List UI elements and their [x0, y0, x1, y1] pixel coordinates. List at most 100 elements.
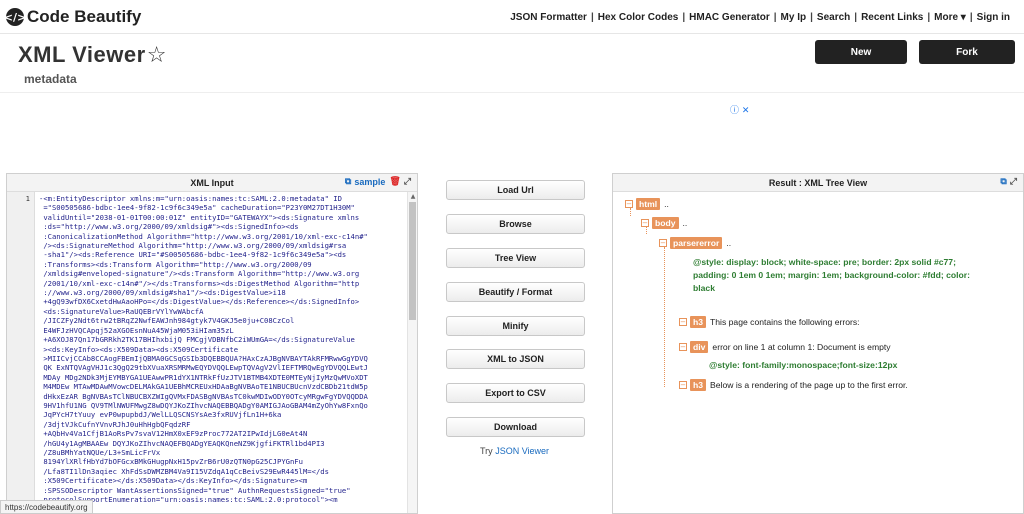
code-line: /><ds:SignatureMethod Algorithm="http://…	[39, 241, 347, 251]
code-line: /JICZFy2Ndt6trw2tBRqZ2NwfEAWJnh984gtyk7V…	[39, 316, 295, 326]
load-url-button[interactable]: Load Url	[446, 180, 585, 200]
code-line: /Z8uBMhYatNQUe/L3+SmLicFrVx	[39, 447, 161, 457]
node-text: error on line 1 at column 1: Document is…	[712, 342, 891, 352]
code-line: ="S00505686-bdbc-1ee4-9f82-1c9f6c349e5a"…	[39, 203, 355, 213]
new-button[interactable]: New	[815, 40, 907, 64]
line-number: 1	[25, 194, 30, 203]
site-logo[interactable]: </> Code Beautify	[4, 7, 142, 27]
collapse-icon[interactable]: −	[625, 200, 633, 208]
code-line: M4MDEw MTAwMDAwMVowcDELMAkGA1UEBhMCREUxH…	[39, 382, 368, 392]
nav-json-formatter[interactable]: JSON Formatter	[506, 12, 591, 23]
line-gutter: 1	[7, 192, 35, 513]
input-tools: ⧉ sample 🗑 ⤢	[345, 177, 411, 187]
collapse-icon[interactable]: −	[679, 318, 687, 326]
scroll-thumb[interactable]	[409, 202, 416, 320]
tree-node-div[interactable]: − div error on line 1 at column 1: Docum…	[679, 341, 891, 353]
attr-value-1: display: block; white-space: pre; border…	[726, 257, 956, 267]
code-line: dHkxEzAR BgNVBAsTClNBUCBXZWIgQVMxFDASBgN…	[39, 391, 368, 401]
download-button[interactable]: Download	[446, 417, 585, 437]
code-line: :X509Certificate></ds:X509Data></ds:KeyI…	[39, 476, 308, 486]
code-line: 8194YlXRlfHbYd7bOFGcxBMkGHugpNxH15pvZrB6…	[39, 457, 303, 467]
star-icon[interactable]: ☆	[147, 43, 167, 68]
code-line: validUntil="2038-01-01T00:00:01Z" entity…	[39, 212, 360, 222]
code-line: protocolSupportEnumeration="urn:oasis:na…	[39, 495, 338, 504]
collapse-icon[interactable]: −	[679, 381, 687, 389]
nav-more[interactable]: More ▾	[930, 12, 970, 23]
code-line: -<m:EntityDescriptor xmlns:m="urn:oasis:…	[39, 194, 342, 203]
node-text: Below is a rendering of the page up to t…	[710, 380, 908, 390]
code-line: /hGU4y1AgMBAAEw DQYJKoZIhvcNAQEFBQADgYEA…	[39, 438, 325, 448]
minify-button[interactable]: Minify	[446, 316, 585, 336]
xml-editor[interactable]: 1 -<m:EntityDescriptor xmlns:m="urn:oasi…	[7, 192, 417, 513]
browse-button[interactable]: Browse	[446, 214, 585, 234]
code-line: /Lfa8TI1lDn3aqiec XhFdSsDWMZBM4Va9I15VZd…	[39, 466, 329, 476]
result-panel-header: Result : XML Tree View ⧉ ⤢	[613, 174, 1023, 192]
collapse-icon[interactable]: −	[659, 239, 667, 247]
copy-icon[interactable]: ⧉	[1000, 177, 1006, 187]
code-line: <ds:SignatureValue>RaUQEBrVYlYwWAbcfA	[39, 306, 204, 316]
nav-my-ip[interactable]: My Ip	[777, 12, 811, 23]
tag-label: h3	[690, 316, 707, 328]
input-panel-title: XML Input	[190, 177, 234, 188]
logo-icon: </>	[4, 8, 26, 26]
title-row: XML Viewer ☆	[18, 42, 166, 68]
code-line: JqPYcH7tYuuy evP0wpupbdJ/WelLLQSCNSYsAe3…	[39, 410, 282, 420]
node-text: This page contains the following errors:	[710, 317, 860, 327]
logo-text: Code Beautify	[27, 7, 142, 26]
fork-button[interactable]: Fork	[919, 40, 1015, 64]
ad-info-icon[interactable]: ⓘ ✕	[730, 103, 749, 116]
tree-node-body[interactable]: − body ..	[641, 217, 687, 229]
nav-recent-links[interactable]: Recent Links	[857, 12, 927, 23]
xml-to-json-button[interactable]: XML to JSON	[446, 349, 585, 369]
code-line: +4gQ93wfDX6CxetdHwAaoHPo=</ds:DigestValu…	[39, 297, 360, 307]
tree-node-h3-second[interactable]: − h3 Below is a rendering of the page up…	[679, 379, 908, 391]
nav-hex-color-codes[interactable]: Hex Color Codes	[594, 12, 683, 23]
sample-link[interactable]: sample	[354, 177, 385, 187]
nav-sign-in[interactable]: Sign in	[973, 12, 1014, 23]
code-line: >MIICvjCCAb8CCAogFBEmIjQBMA0GCSqGSIb3DQE…	[39, 353, 368, 363]
nav-hmac-generator[interactable]: HMAC Generator	[685, 12, 774, 23]
tree-node-html[interactable]: − html ..	[625, 198, 669, 210]
fullscreen-icon[interactable]: ⤢	[1010, 177, 1017, 187]
tree-node-h3[interactable]: − h3 This page contains the following er…	[679, 316, 860, 328]
code-line: +AQbHv4Va1CfjB1AoRsPv7svaV12HmX0xEF9zPro…	[39, 429, 308, 439]
code-line: :CanonicalizationMethod Algorithm="http:…	[39, 231, 368, 241]
collapse-icon[interactable]: −	[641, 219, 649, 227]
tag-label: h3	[690, 379, 707, 391]
xml-input-panel: XML Input ⧉ sample 🗑 ⤢ 1 -<m:EntityDescr…	[6, 173, 418, 514]
code-line: 9HV1hfU1NG QV9TMlNWUFMwgZ8wDQYJKoZIhvcNA…	[39, 400, 368, 410]
xml-tree: − html .. − body .. − parsererror .. @st…	[613, 192, 1023, 513]
try-line: Try JSON Viewer	[480, 446, 549, 456]
page-subtitle: metadata	[24, 72, 77, 86]
code-line: /3djtVJkCufnYVnvRJhJ0uHhHgbQFqdzRF	[39, 419, 191, 429]
tree-view-button[interactable]: Tree View	[446, 248, 585, 268]
copy-icon[interactable]: ⧉	[345, 177, 351, 187]
status-bar: https://codebeautify.org	[0, 500, 93, 514]
code-line: QK ExNTQVAgVHJ1c3QgQ29tbXVuaXRSMRMwEQYDV…	[39, 363, 368, 373]
collapse-icon[interactable]: −	[679, 343, 687, 351]
tag-label: parsererror	[670, 237, 723, 249]
div-style-attribute: @style: font-family:monospace;font-size:…	[709, 359, 897, 372]
code-line: -sha1"/><ds:Reference URI="#S00505686-bd…	[39, 250, 347, 260]
beautify-button[interactable]: Beautify / Format	[446, 282, 585, 302]
code-line: +A6XOJ87Qn17bGRRkh2TK17BHIhxbijQ FMCgjVD…	[39, 335, 355, 345]
tag-label: body	[652, 217, 679, 229]
code-line: :SPSSODescriptor WantAssertionsSigned="t…	[39, 485, 351, 495]
code-text[interactable]: -<m:EntityDescriptor xmlns:m="urn:oasis:…	[35, 192, 417, 513]
attr-value-2: padding: 0 1em 0 1em; margin: 1em; backg…	[693, 270, 970, 280]
ellipsis: ..	[664, 199, 669, 209]
code-line: MDAy MDg2NDk3MjEYMBYGA1UEAwwPR1dYX1NTRkF…	[39, 372, 368, 382]
code-line: /xmldsig#enveloped-signature"/><ds:Trans…	[39, 269, 360, 279]
fullscreen-icon[interactable]: ⤢	[404, 177, 411, 187]
scroll-up-icon[interactable]: ▲	[408, 192, 417, 201]
delete-icon[interactable]: 🗑	[389, 177, 400, 187]
nav-search[interactable]: Search	[813, 12, 854, 23]
json-viewer-link[interactable]: JSON Viewer	[495, 446, 549, 456]
tree-node-parsererror[interactable]: − parsererror ..	[659, 237, 731, 249]
result-tools: ⧉ ⤢	[1000, 177, 1017, 187]
editor-scrollbar[interactable]: ▲	[407, 192, 417, 513]
page-title: XML Viewer	[18, 42, 146, 67]
code-line: ://www.w3.org/2000/09/xmldsig#sha1"/><ds…	[39, 288, 286, 298]
result-panel: Result : XML Tree View ⧉ ⤢ − html .. − b…	[612, 173, 1024, 514]
export-csv-button[interactable]: Export to CSV	[446, 383, 585, 403]
